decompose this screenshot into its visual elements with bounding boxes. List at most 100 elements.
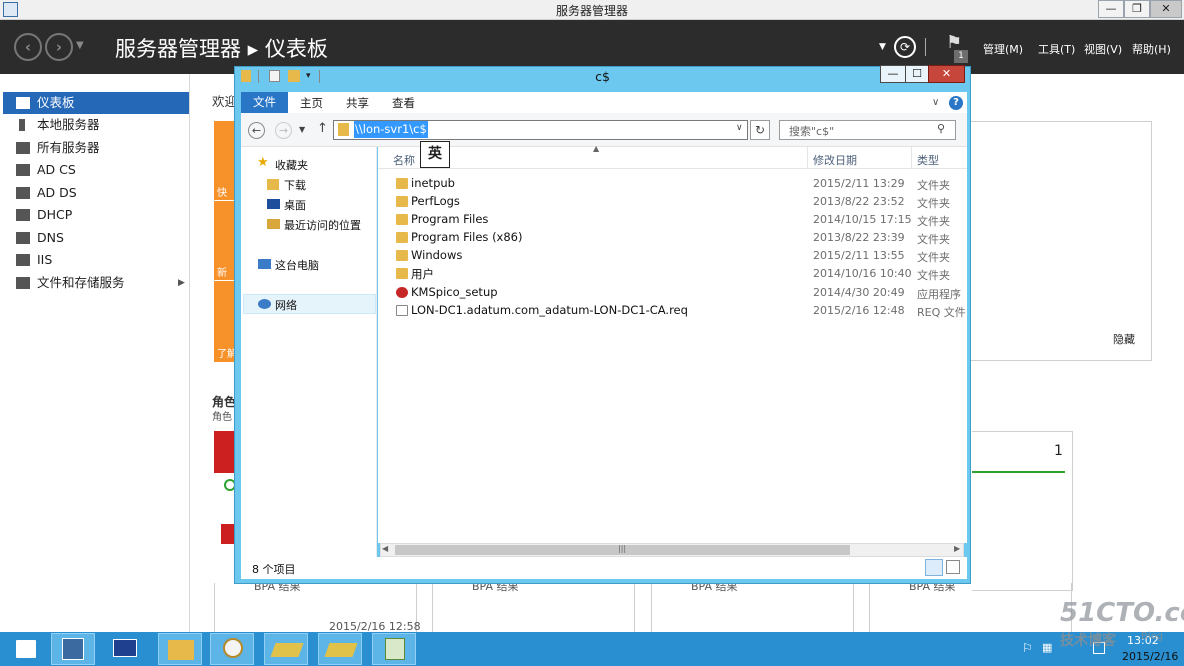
taskbar-app-6[interactable] <box>318 633 362 665</box>
explorer-close-button[interactable]: ✕ <box>928 65 965 83</box>
taskbar-task-scheduler[interactable] <box>210 633 254 665</box>
folder-icon <box>396 178 408 189</box>
taskbar-server-manager[interactable] <box>51 633 95 665</box>
file-row[interactable]: LON-DC1.adatum.com_adatum-LON-DC1-CA.req… <box>378 302 967 320</box>
back-icon[interactable]: ‹ <box>14 33 42 61</box>
tile-count: 1 <box>1054 443 1063 459</box>
sidebar-item-local-server[interactable]: 本地服务器 <box>3 114 189 136</box>
search-icon[interactable]: ⚲ <box>937 122 945 135</box>
back-icon[interactable]: ← <box>248 122 265 139</box>
details-view-icon[interactable] <box>925 559 943 576</box>
file-row[interactable]: Windows 2015/2/11 13:55 文件夹 <box>378 247 967 265</box>
sidebar-item-all-servers[interactable]: 所有服务器 <box>3 137 189 159</box>
role-tile[interactable] <box>869 583 1072 633</box>
servers-icon <box>16 142 30 154</box>
taskbar-powershell[interactable] <box>103 633 147 665</box>
start-button[interactable] <box>3 633 47 665</box>
role-tile[interactable] <box>651 583 854 633</box>
file-icon <box>396 305 408 316</box>
computer-icon <box>258 259 271 269</box>
adds-icon <box>16 187 30 199</box>
desktop-icon <box>267 199 280 209</box>
explorer-minimize-button[interactable]: — <box>880 65 906 83</box>
column-divider[interactable] <box>807 147 808 169</box>
taskbar-app-5[interactable] <box>264 633 308 665</box>
column-divider[interactable] <box>911 147 912 169</box>
scrollbar-grip-icon: ||| <box>618 544 627 553</box>
book-icon <box>324 643 358 657</box>
dropdown-arrow-icon[interactable]: ▼ <box>879 42 886 52</box>
refresh-icon[interactable]: ↻ <box>750 120 770 140</box>
file-row[interactable]: KMSpico_setup 2014/4/30 20:49 应用程序 <box>378 284 967 302</box>
forward-icon[interactable]: › <box>45 33 73 61</box>
tab-home[interactable]: 主页 <box>300 95 323 111</box>
roles-subheading: 角色 <box>212 412 232 423</box>
clock-icon <box>223 638 243 658</box>
action-center-flag-icon[interactable]: ⚐ <box>1022 641 1033 655</box>
expand-ribbon-icon[interactable]: ∨ <box>932 97 939 108</box>
watermark-logo: 51CTO.com <box>1060 598 1184 628</box>
file-row[interactable]: Program Files 2014/10/15 17:15 文件夹 <box>378 211 967 229</box>
column-type[interactable]: 类型 <box>917 152 939 168</box>
up-icon[interactable]: ↑ <box>317 121 328 136</box>
item-count: 8 个项目 <box>252 563 296 576</box>
history-dropdown-icon[interactable]: ▼ <box>76 40 84 51</box>
sidebar-item-adcs[interactable]: AD CS <box>3 159 189 181</box>
menu-view[interactable]: 视图(V) <box>1084 41 1122 57</box>
menu-help[interactable]: 帮助(H) <box>1132 41 1171 57</box>
address-dropdown-icon[interactable]: ∨ <box>736 123 743 133</box>
close-button[interactable]: ✕ <box>1150 0 1182 18</box>
address-path[interactable]: \\lon-svr1\c$ <box>354 121 428 138</box>
large-icons-view-icon[interactable] <box>946 560 960 574</box>
role-tile[interactable] <box>432 583 635 633</box>
maximize-button[interactable]: ❐ <box>1124 0 1150 18</box>
file-row[interactable]: Program Files (x86) 2013/8/22 23:39 文件夹 <box>378 229 967 247</box>
minimize-button[interactable]: — <box>1098 0 1124 18</box>
tab-share[interactable]: 共享 <box>346 95 369 111</box>
help-icon[interactable]: ? <box>949 96 963 110</box>
window-title: 服务器管理器 <box>555 4 628 18</box>
clock-date[interactable]: 2015/2/16 <box>1122 650 1178 663</box>
column-date[interactable]: 修改日期 <box>813 152 857 168</box>
sidebar-item-dhcp[interactable]: DHCP <box>3 204 189 226</box>
forward-icon[interactable]: → <box>275 122 292 139</box>
menu-manage[interactable]: 管理(M) <box>983 41 1023 57</box>
column-name[interactable]: 名称 <box>393 152 415 168</box>
file-row[interactable]: inetpub 2015/2/11 13:29 文件夹 <box>378 175 967 193</box>
download-folder-icon <box>267 179 279 190</box>
tab-view[interactable]: 查看 <box>392 95 415 111</box>
menu-tools[interactable]: 工具(T) <box>1038 41 1075 57</box>
dhcp-icon <box>16 209 30 221</box>
powershell-icon <box>113 639 137 657</box>
file-row[interactable]: PerfLogs 2013/8/22 23:52 文件夹 <box>378 193 967 211</box>
navigation-pane <box>241 147 377 557</box>
hide-link[interactable]: 隐藏 <box>1113 331 1135 347</box>
sidebar-item-dns[interactable]: DNS <box>3 227 189 249</box>
watermark-sub: 技术博客 <box>1060 633 1116 649</box>
taskbar-file-explorer[interactable] <box>158 633 202 665</box>
chevron-right-icon: ▶ <box>178 278 185 288</box>
explorer-maximize-button[interactable]: ☐ <box>905 65 929 83</box>
welcome-panel <box>968 121 1152 361</box>
breadcrumb: 服务器管理器 ▸ 仪表板 <box>115 37 328 61</box>
folder-icon <box>396 250 408 261</box>
quick-start-label: 快 <box>217 188 227 199</box>
scroll-right-icon[interactable]: ▶ <box>954 544 960 553</box>
sidebar-item-adds[interactable]: AD DS <box>3 182 189 204</box>
file-row[interactable]: 用户 2014/10/16 10:40 文件夹 <box>378 265 967 283</box>
recent-locations-icon[interactable]: ▼ <box>299 125 305 134</box>
sidebar-item-dashboard[interactable]: 仪表板 <box>3 92 189 114</box>
column-header-row <box>378 147 967 169</box>
tab-file[interactable]: 文件 <box>241 92 288 113</box>
sidebar-item-iis[interactable]: IIS <box>3 249 189 271</box>
storage-icon <box>16 277 30 289</box>
sidebar-item-file-storage[interactable]: 文件和存储服务 ▶ <box>3 272 189 294</box>
network-tray-icon[interactable]: ▦ <box>1042 641 1052 654</box>
iis-icon <box>16 254 30 266</box>
scroll-left-icon[interactable]: ◀ <box>382 544 388 553</box>
refresh-icon[interactable]: ⟳ <box>894 36 916 58</box>
server-manager-icon <box>62 638 84 660</box>
taskbar-app-7[interactable] <box>372 633 416 665</box>
role-status-bar <box>221 524 235 544</box>
ime-indicator: 英 <box>420 141 450 168</box>
